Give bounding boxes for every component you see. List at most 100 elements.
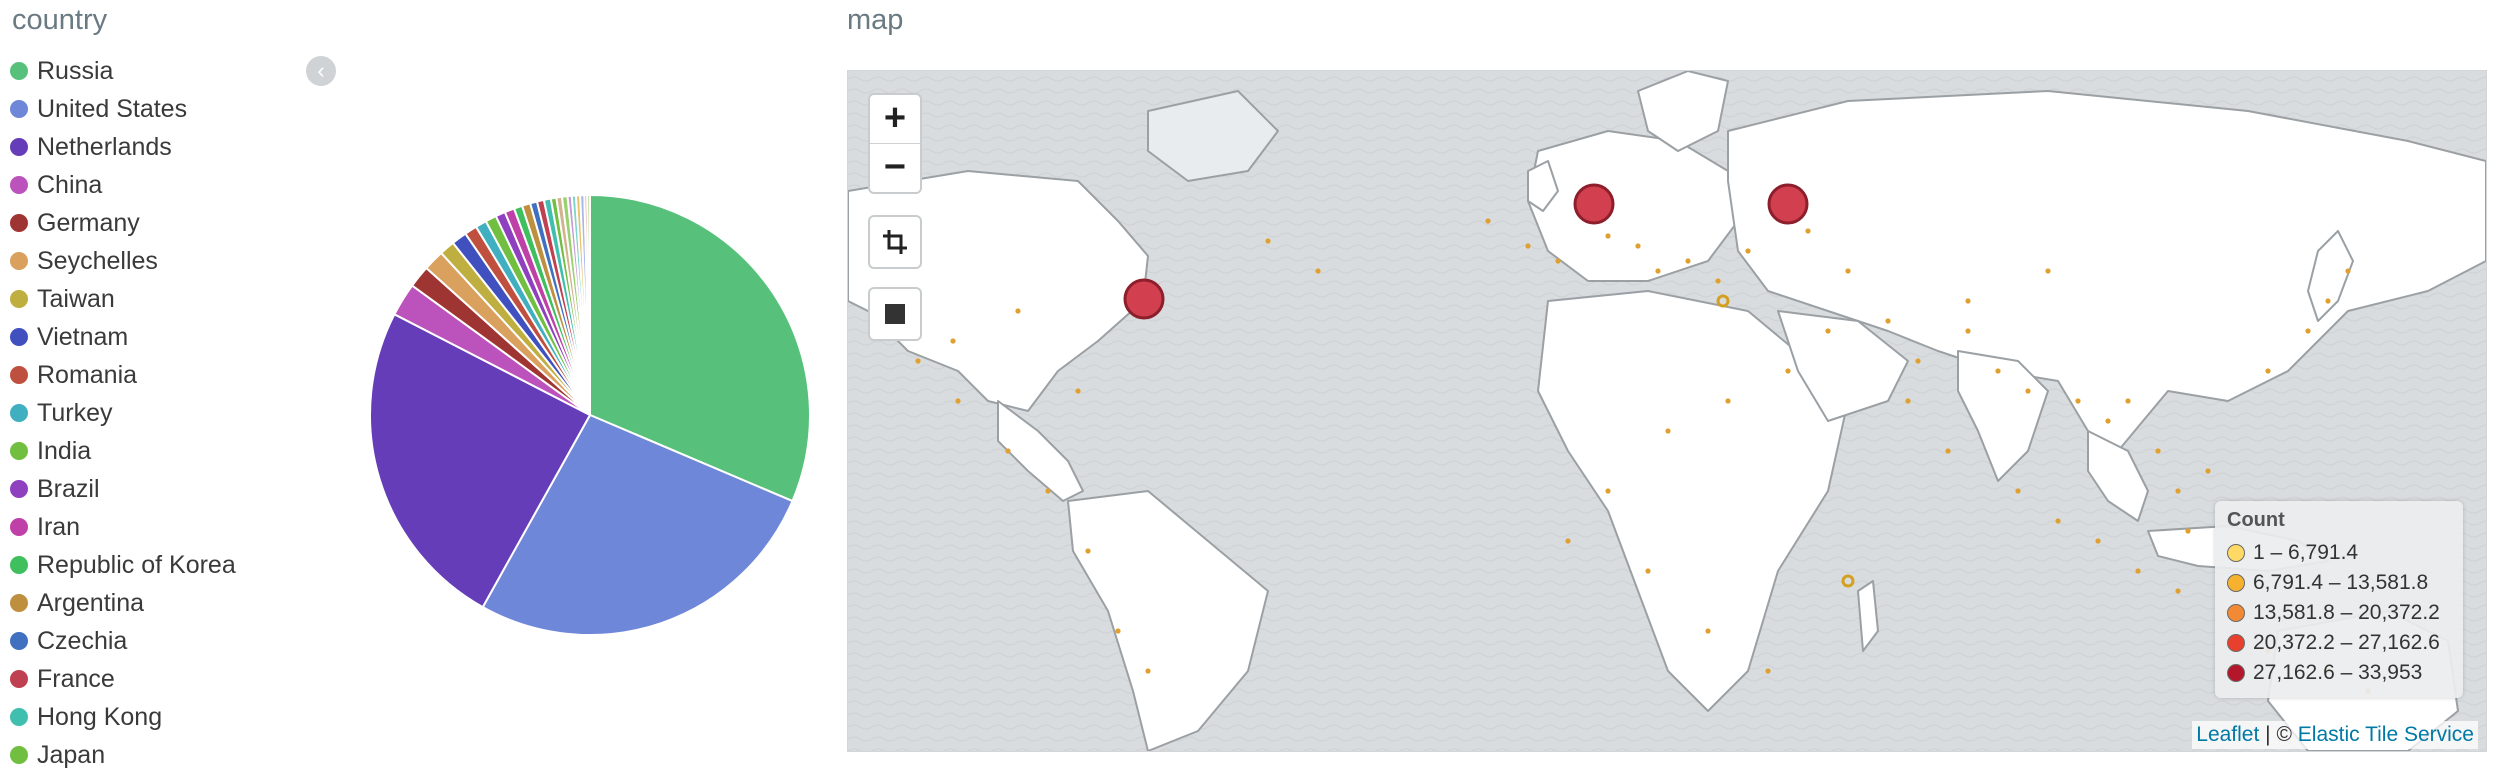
legend-label: Brazil <box>37 474 100 503</box>
map-data-point <box>2125 398 2131 404</box>
map-data-point <box>1785 368 1791 374</box>
map-data-point <box>1315 268 1321 274</box>
map-data-point <box>2015 488 2021 494</box>
legend-label: Vietnam <box>37 322 129 351</box>
legend-color-dot <box>10 138 28 156</box>
map-legend-row: 6,791.4 – 13,581.8 <box>2227 568 2453 598</box>
legend-color-dot <box>10 366 28 384</box>
map-data-point <box>2325 298 2331 304</box>
legend-collapse-button[interactable]: ‹ <box>306 56 336 86</box>
crop-tool-button[interactable] <box>868 215 922 269</box>
map-data-point <box>2185 528 2191 534</box>
draw-rectangle-button[interactable] <box>868 287 922 341</box>
map-data-point <box>1645 568 1651 574</box>
zoom-out-button[interactable]: − <box>870 143 920 192</box>
legend-item[interactable]: Republic of Korea <box>10 546 236 584</box>
map-data-point <box>1945 448 1951 454</box>
legend-color-dot <box>10 708 28 726</box>
legend-label: France <box>37 664 115 693</box>
square-icon <box>885 304 905 324</box>
legend-item[interactable]: Seychelles <box>10 242 236 280</box>
bubble-united-states <box>1123 278 1165 320</box>
legend-label: Turkey <box>37 398 113 427</box>
map-data-point <box>1115 628 1121 634</box>
legend-label: Netherlands <box>37 132 172 161</box>
map-data-point <box>1655 268 1661 274</box>
map-data-point <box>1565 538 1571 544</box>
legend-item[interactable]: Taiwan <box>10 280 236 318</box>
tile-service-link[interactable]: Elastic Tile Service <box>2298 723 2474 746</box>
legend-label: Hong Kong <box>37 702 163 731</box>
map-data-point <box>1705 628 1711 634</box>
map-data-point <box>955 398 961 404</box>
legend-label: Romania <box>37 360 138 389</box>
legend-item[interactable]: Iran <box>10 508 236 546</box>
legend-color-dot <box>10 100 28 118</box>
map-legend-range-label: 6,791.4 – 13,581.8 <box>2253 571 2429 594</box>
map-legend-range-label: 13,581.8 – 20,372.2 <box>2253 601 2440 624</box>
map-legend-range-label: 20,372.2 – 27,162.6 <box>2253 631 2440 654</box>
legend-item[interactable]: United States <box>10 90 236 128</box>
map-data-point <box>1885 318 1891 324</box>
map-legend-title: Count <box>2227 509 2285 531</box>
map-data-point <box>1665 428 1671 434</box>
leaflet-link[interactable]: Leaflet <box>2196 723 2259 746</box>
zoom-in-button[interactable]: + <box>870 95 920 143</box>
legend-color-dot <box>10 670 28 688</box>
legend-color-dot <box>10 480 28 498</box>
legend-item[interactable]: Netherlands <box>10 128 236 166</box>
map-data-point <box>915 358 921 364</box>
map-data-point <box>2055 518 2061 524</box>
map-legend-range-label: 27,162.6 – 33,953 <box>2253 661 2423 684</box>
legend-item[interactable]: Turkey <box>10 394 236 432</box>
map-legend-swatch <box>2227 544 2245 562</box>
map-data-point <box>1905 398 1911 404</box>
map-data-point <box>1965 328 1971 334</box>
legend-item[interactable]: Argentina <box>10 584 236 622</box>
map-legend-row: 20,372.2 – 27,162.6 <box>2227 628 2453 658</box>
legend-item[interactable]: Vietnam <box>10 318 236 356</box>
legend-color-dot <box>10 62 28 80</box>
crop-icon <box>883 230 907 254</box>
map-data-point <box>1085 548 1091 554</box>
map-data-point <box>1915 358 1921 364</box>
legend-item[interactable]: Romania <box>10 356 236 394</box>
map-data-point <box>1805 228 1811 234</box>
legend-item[interactable]: China <box>10 166 236 204</box>
map-data-point <box>1715 278 1721 284</box>
map-data-point <box>1995 368 2001 374</box>
legend-item[interactable]: Japan <box>10 736 236 774</box>
map-data-point <box>950 338 956 344</box>
map-data-point <box>2075 398 2081 404</box>
legend-item[interactable]: India <box>10 432 236 470</box>
legend-label: United States <box>37 94 188 123</box>
legend-color-dot <box>10 632 28 650</box>
legend-item[interactable]: Brazil <box>10 470 236 508</box>
legend-item[interactable]: Germany <box>10 204 236 242</box>
map-legend-rows: 1 – 6,791.4 6,791.4 – 13,581.8 13,581.8 – … <box>2227 538 2453 688</box>
legend-color-dot <box>10 556 28 574</box>
map-data-point <box>2205 468 2211 474</box>
map-data-point <box>2045 268 2051 274</box>
legend-item[interactable]: Hong Kong <box>10 698 236 736</box>
legend-item[interactable]: Czechia <box>10 622 236 660</box>
map-legend-swatch <box>2227 634 2245 652</box>
chevron-left-icon: ‹ <box>317 58 325 83</box>
map-data-point <box>1685 258 1691 264</box>
map-data-point <box>2155 448 2161 454</box>
legend-item[interactable]: Russia <box>10 52 236 90</box>
map-data-point <box>1005 448 1011 454</box>
legend-color-dot <box>10 176 28 194</box>
map-legend-swatch <box>2227 664 2245 682</box>
legend-label: India <box>37 436 92 465</box>
map-legend: Count 1 – 6,791.4 6,791.4 – 13,581.8 13,58… <box>2215 501 2463 698</box>
map-view[interactable]: + − Count 1 – 6,791.4 6,791.4 – 13,581.8 1… <box>847 70 2487 752</box>
legend-label: China <box>37 170 103 199</box>
map-legend-row: 13,581.8 – 20,372.2 <box>2227 598 2453 628</box>
map-data-point <box>2105 418 2111 424</box>
map-legend-row: 1 – 6,791.4 <box>2227 538 2453 568</box>
legend-item[interactable]: France <box>10 660 236 698</box>
legend-color-dot <box>10 594 28 612</box>
map-data-point <box>1555 258 1561 264</box>
map-data-point <box>2025 388 2031 394</box>
